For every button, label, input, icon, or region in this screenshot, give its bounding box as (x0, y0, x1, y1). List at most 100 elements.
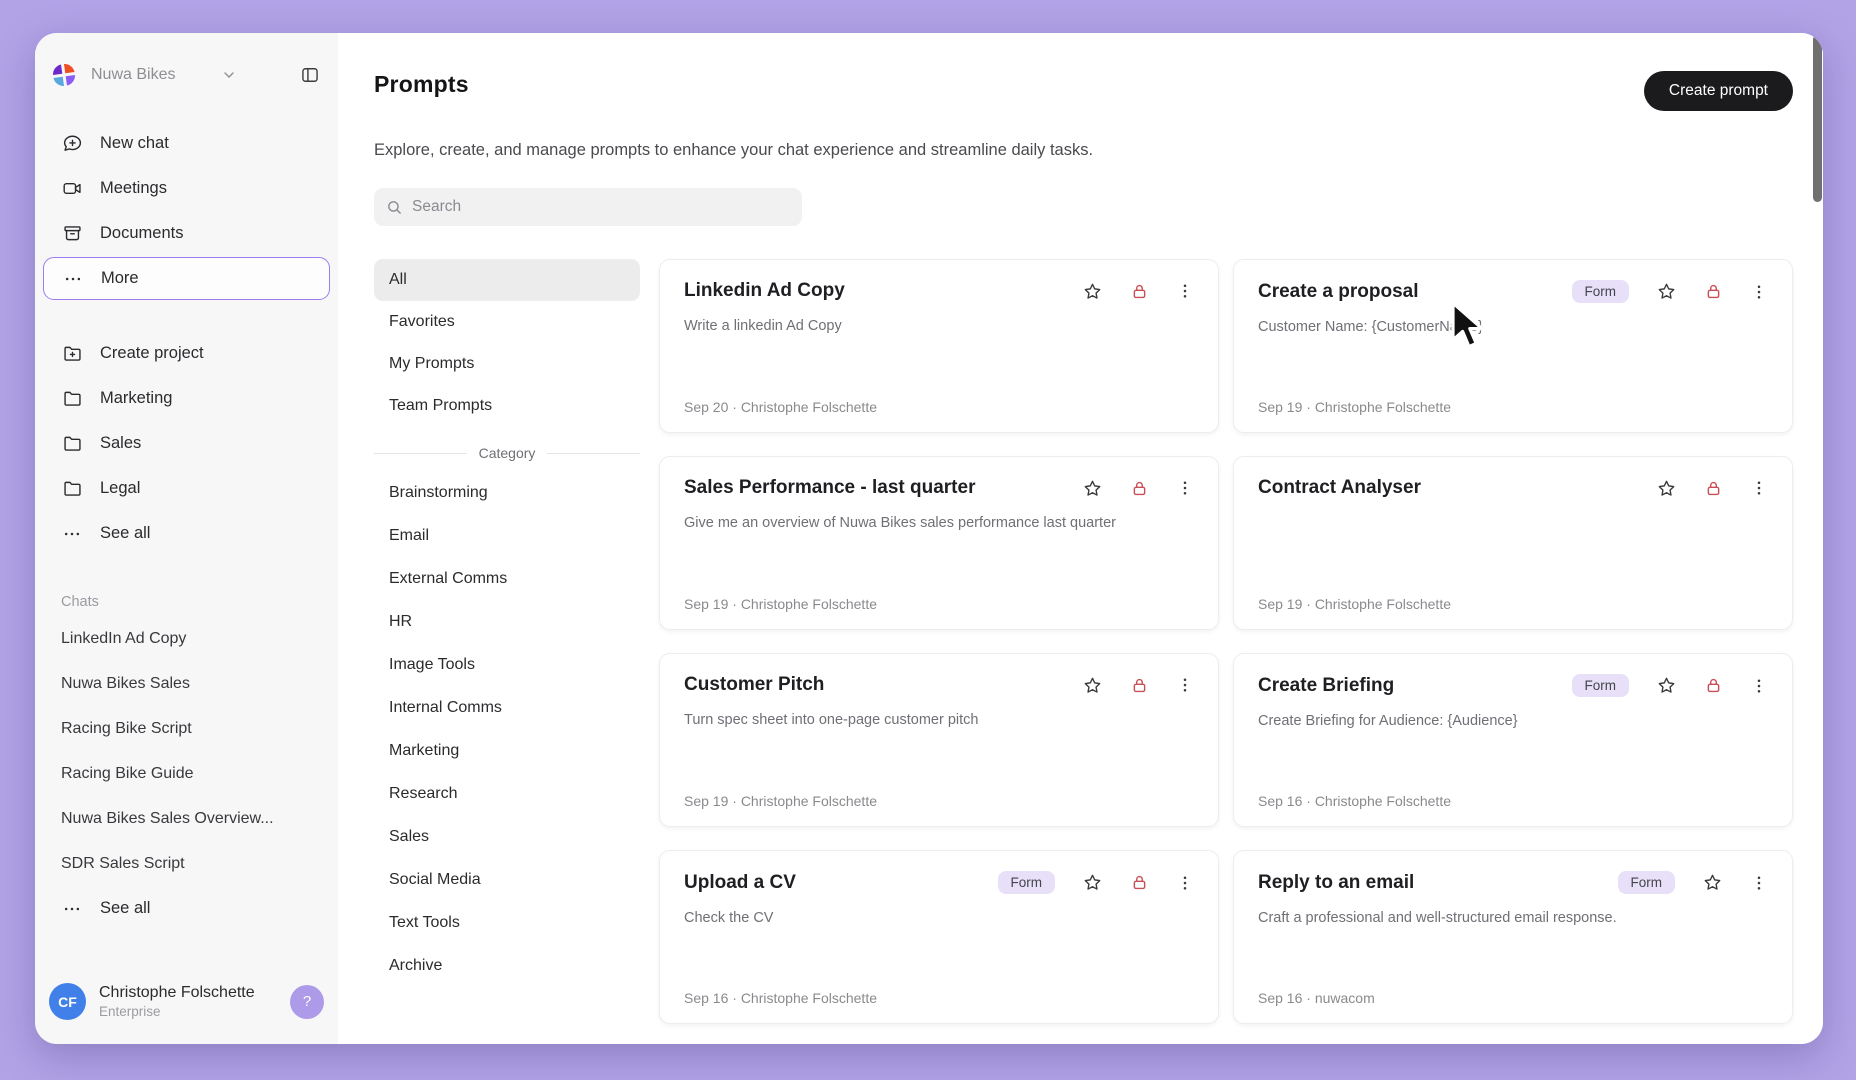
search-box[interactable] (374, 188, 802, 226)
prompt-card-description: Write a linkedin Ad Copy (684, 318, 1194, 334)
chat-item[interactable]: Racing Bike Guide (35, 751, 338, 796)
chevron-down-icon[interactable] (221, 67, 237, 83)
chat-item[interactable]: Nuwa Bikes Sales Overview... (35, 796, 338, 841)
sidebar-item-label: Sales (100, 434, 141, 453)
folder-icon (61, 433, 83, 455)
lock-icon[interactable] (1130, 282, 1149, 301)
prompt-card[interactable]: Create Briefing Form Create Briefing for… (1233, 653, 1793, 827)
content-row: All Favorites My Prompts Team Prompts Ca… (374, 259, 1793, 1024)
prompt-card-meta: Sep 16 · Christophe Folschette (1258, 793, 1451, 809)
chat-item[interactable]: SDR Sales Script (35, 841, 338, 886)
category-sales[interactable]: Sales (374, 815, 640, 858)
filter-favorites[interactable]: Favorites (374, 301, 640, 343)
prompt-card[interactable]: Sales Performance - last quarter Give me… (659, 456, 1219, 630)
workspace-switcher[interactable]: Nuwa Bikes (35, 55, 338, 95)
category-research[interactable]: Research (374, 772, 640, 815)
sidebar-item-marketing[interactable]: Marketing (35, 376, 338, 421)
star-icon[interactable] (1656, 281, 1677, 302)
category-social-media[interactable]: Social Media (374, 858, 640, 901)
kebab-menu-icon[interactable] (1750, 283, 1768, 301)
lock-icon[interactable] (1704, 479, 1723, 498)
prompt-card-description: Check the CV (684, 910, 1194, 926)
sidebar-item-new-chat[interactable]: New chat (35, 121, 338, 166)
star-icon[interactable] (1656, 478, 1677, 499)
category-text-tools[interactable]: Text Tools (374, 901, 640, 944)
search-icon (386, 199, 403, 216)
star-icon[interactable] (1702, 872, 1723, 893)
kebab-menu-icon[interactable] (1750, 874, 1768, 892)
prompt-card-description: Create Briefing for Audience: {Audience} (1258, 713, 1768, 729)
sidebar-item-more[interactable]: More (43, 257, 330, 300)
chat-item[interactable]: LinkedIn Ad Copy (35, 616, 338, 661)
kebab-menu-icon[interactable] (1176, 874, 1194, 892)
prompt-card-title: Create a proposal (1258, 281, 1419, 303)
sidebar-item-meetings[interactable]: Meetings (35, 166, 338, 211)
user-profile[interactable]: CF Christophe Folschette Enterprise ? (35, 973, 338, 1034)
search-input[interactable] (412, 198, 790, 216)
main-header: Prompts Create prompt (374, 71, 1793, 111)
page-title: Prompts (374, 71, 469, 98)
prompt-card-title: Linkedin Ad Copy (684, 280, 845, 302)
chat-item[interactable]: Nuwa Bikes Sales (35, 661, 338, 706)
star-icon[interactable] (1082, 281, 1103, 302)
create-prompt-button[interactable]: Create prompt (1644, 71, 1793, 111)
category-email[interactable]: Email (374, 514, 640, 557)
prompt-card[interactable]: Linkedin Ad Copy Write a linkedin Ad Cop… (659, 259, 1219, 433)
prompt-card[interactable]: Upload a CV Form Check the CV Sep 16 · C… (659, 850, 1219, 1024)
prompt-card[interactable]: Reply to an email Form Craft a professio… (1233, 850, 1793, 1024)
category-internal-comms[interactable]: Internal Comms (374, 686, 640, 729)
prompt-card-meta: Sep 19 · Christophe Folschette (684, 793, 877, 809)
prompt-card-description: Customer Name: {CustomerName} (1258, 319, 1768, 335)
prompt-card[interactable]: Create a proposal Form Customer Name: {C… (1233, 259, 1793, 433)
sidebar-item-sales[interactable]: Sales (35, 421, 338, 466)
lock-icon[interactable] (1704, 282, 1723, 301)
user-plan-badge: Enterprise (99, 1004, 255, 1019)
help-button[interactable]: ? (290, 985, 324, 1019)
prompt-card-meta: Sep 20 · Christophe Folschette (684, 399, 877, 415)
category-external-comms[interactable]: External Comms (374, 557, 640, 600)
category-image-tools[interactable]: Image Tools (374, 643, 640, 686)
category-brainstorming[interactable]: Brainstorming (374, 471, 640, 514)
sidebar-item-label: Documents (100, 224, 183, 243)
prompt-card-title: Sales Performance - last quarter (684, 477, 975, 499)
category-marketing[interactable]: Marketing (374, 729, 640, 772)
page-description: Explore, create, and manage prompts to e… (374, 141, 1793, 160)
prompt-card[interactable]: Customer Pitch Turn spec sheet into one-… (659, 653, 1219, 827)
kebab-menu-icon[interactable] (1750, 677, 1768, 695)
sidebar-item-documents[interactable]: Documents (35, 211, 338, 256)
category-hr[interactable]: HR (374, 600, 640, 643)
sidebar-item-legal[interactable]: Legal (35, 466, 338, 511)
lock-icon[interactable] (1704, 676, 1723, 695)
sidebar-collapse-icon[interactable] (300, 65, 320, 85)
sidebar-item-projects-see-all[interactable]: See all (35, 511, 338, 556)
sidebar-item-label: New chat (100, 134, 169, 153)
kebab-menu-icon[interactable] (1176, 676, 1194, 694)
sidebar-chats: Chats LinkedIn Ad Copy Nuwa Bikes Sales … (35, 594, 338, 931)
scrollbar-thumb[interactable] (1813, 35, 1822, 202)
chat-item[interactable]: Racing Bike Script (35, 706, 338, 751)
kebab-menu-icon[interactable] (1176, 479, 1194, 497)
documents-icon (61, 223, 83, 245)
category-archive[interactable]: Archive (374, 944, 640, 987)
form-badge: Form (1572, 674, 1630, 697)
kebab-menu-icon[interactable] (1176, 282, 1194, 300)
filter-team-prompts[interactable]: Team Prompts (374, 385, 640, 427)
sidebar-item-chats-see-all[interactable]: See all (35, 886, 338, 931)
sidebar-item-create-project[interactable]: Create project (35, 331, 338, 376)
kebab-menu-icon[interactable] (1750, 479, 1768, 497)
filter-my-prompts[interactable]: My Prompts (374, 343, 640, 385)
sidebar-nav: New chat Meetings Documents More (35, 121, 338, 301)
filter-all[interactable]: All (374, 259, 640, 301)
prompt-card-description: Turn spec sheet into one-page customer p… (684, 712, 1194, 728)
star-icon[interactable] (1082, 478, 1103, 499)
star-icon[interactable] (1082, 872, 1103, 893)
star-icon[interactable] (1656, 675, 1677, 696)
folder-plus-icon (61, 343, 83, 365)
prompt-card[interactable]: Contract Analyser Sep 19 · Christophe Fo… (1233, 456, 1793, 630)
star-icon[interactable] (1082, 675, 1103, 696)
lock-icon[interactable] (1130, 479, 1149, 498)
sidebar-item-label: Legal (100, 479, 140, 498)
chats-section-label: Chats (35, 594, 338, 616)
lock-icon[interactable] (1130, 676, 1149, 695)
lock-icon[interactable] (1130, 873, 1149, 892)
